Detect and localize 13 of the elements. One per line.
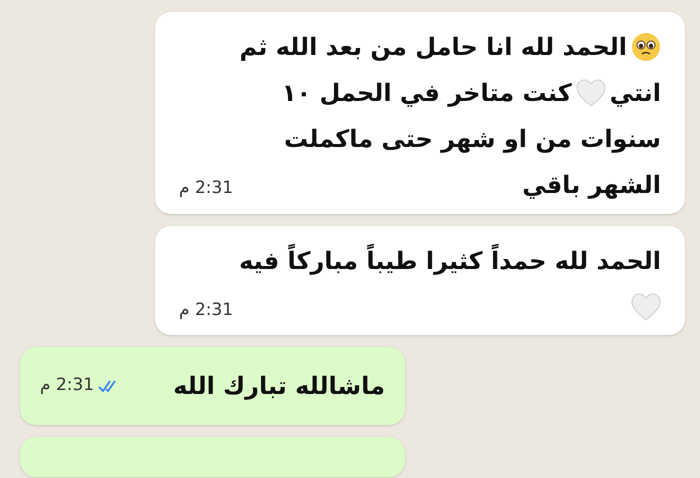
message-time: 2:31 م xyxy=(179,298,234,322)
message-text: انتي xyxy=(610,78,661,109)
message-text: ماشالله تبارك الله xyxy=(173,371,385,402)
message-text: الحمد لله حمداً كثيرا طيباً مباركاً فيه xyxy=(239,242,661,278)
heart-icon xyxy=(576,79,606,107)
message-time: 2:31 م xyxy=(40,374,94,398)
message-text: كنت متاخر في الحمل ١٠ xyxy=(282,78,572,109)
emoji-face-icon xyxy=(631,32,661,62)
message-time: 2:31 م xyxy=(179,177,234,200)
heart-icon xyxy=(631,292,661,320)
message-text: الحمد لله انا حامل من بعد الله ثم xyxy=(240,32,627,63)
message-text: الشهر باقي xyxy=(522,170,661,201)
message-text: سنوات من او شهر حتى ماكملت xyxy=(284,124,661,155)
